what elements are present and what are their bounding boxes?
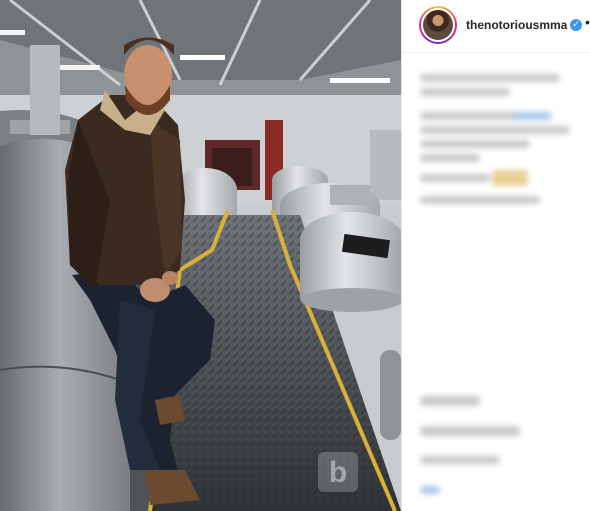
username-link[interactable]: thenotoriousmma [466, 18, 567, 32]
check-badge-icon: ✓ [570, 19, 582, 31]
photo-scene: b [0, 0, 401, 511]
post-header: thenotoriousmma ✓ • [402, 0, 590, 53]
svg-text:b: b [329, 456, 347, 489]
post-sidebar: thenotoriousmma ✓ • [401, 0, 590, 511]
post-photo[interactable]: b [0, 0, 401, 511]
more-options-icon[interactable]: • [585, 14, 590, 30]
avatar[interactable] [419, 6, 457, 44]
avatar-photo [423, 10, 453, 40]
blurred-caption-area [402, 56, 590, 511]
watermark: b [318, 452, 358, 492]
